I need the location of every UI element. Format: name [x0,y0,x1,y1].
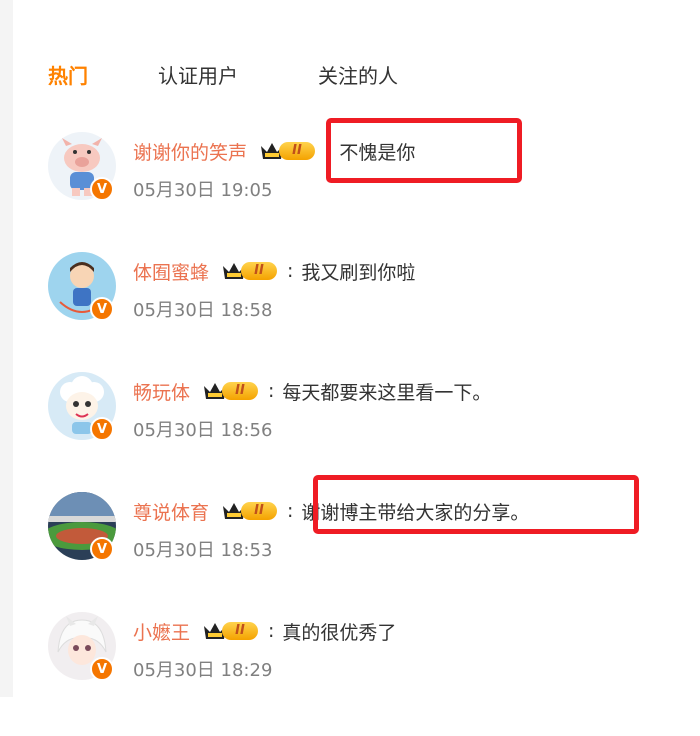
verified-badge: V [90,417,114,441]
colon-separator: : [268,380,275,402]
verified-badge: V [90,537,114,561]
verified-badge: V [90,297,114,321]
comment-text: 每天都要来这里看一下。 [282,381,492,404]
avatar[interactable]: V [48,132,116,201]
avatar[interactable]: V [48,252,116,321]
comment-time: 05月30日 18:29 [133,660,273,681]
vip-level: II [279,142,316,160]
vip-level: II [222,382,259,400]
avatar[interactable]: V [48,492,116,561]
tab-verified-users[interactable]: 认证用户 [158,60,238,89]
comment-time: 05月30日 18:53 [133,540,273,561]
username-link[interactable]: 小嬷王 [133,618,190,645]
comment-time: 05月30日 18:56 [133,420,273,441]
highlight-box [313,475,639,534]
comment-time: 05月30日 18:58 [133,300,273,321]
comment-time: 05月30日 19:05 [133,180,273,201]
vip-badge[interactable]: II [202,380,259,402]
username-link[interactable]: 畅玩体 [133,378,190,405]
tab-hot[interactable]: 热门 [48,60,88,89]
vip-level: II [222,622,259,640]
comment-text: 真的很优秀了 [282,621,397,644]
comment-text: 我又刷到你啦 [301,261,416,284]
vip-level: II [241,262,278,280]
vip-badge[interactable]: II [221,500,278,522]
verified-badge: V [90,177,114,201]
comment-item: V 体囿蜜蜂 II : 我又刷到你啦 05月30日 18:58 [48,252,668,342]
left-panel-edge [0,0,13,697]
vip-badge[interactable]: II [221,260,278,282]
vip-badge[interactable]: II [202,620,259,642]
tab-following[interactable]: 关注的人 [318,60,398,89]
comment-item: V 畅玩体 II : 每天都要来这里看一下。 05月30日 18:56 [48,372,668,462]
colon-separator: : [287,500,294,522]
comment-item: V 小嬷王 II : 真的很优秀了 05月30日 18:29 [48,612,668,702]
username-link[interactable]: 体囿蜜蜂 [133,258,209,285]
username-link[interactable]: 尊说体育 [133,498,209,525]
colon-separator: : [268,620,275,642]
avatar[interactable]: V [48,372,116,441]
avatar[interactable]: V [48,612,116,681]
vip-level: II [241,502,278,520]
highlight-box [326,118,522,183]
verified-badge: V [90,657,114,681]
colon-separator: : [287,260,294,282]
vip-badge[interactable]: II [259,140,316,162]
username-link[interactable]: 谢谢你的笑声 [133,138,247,165]
